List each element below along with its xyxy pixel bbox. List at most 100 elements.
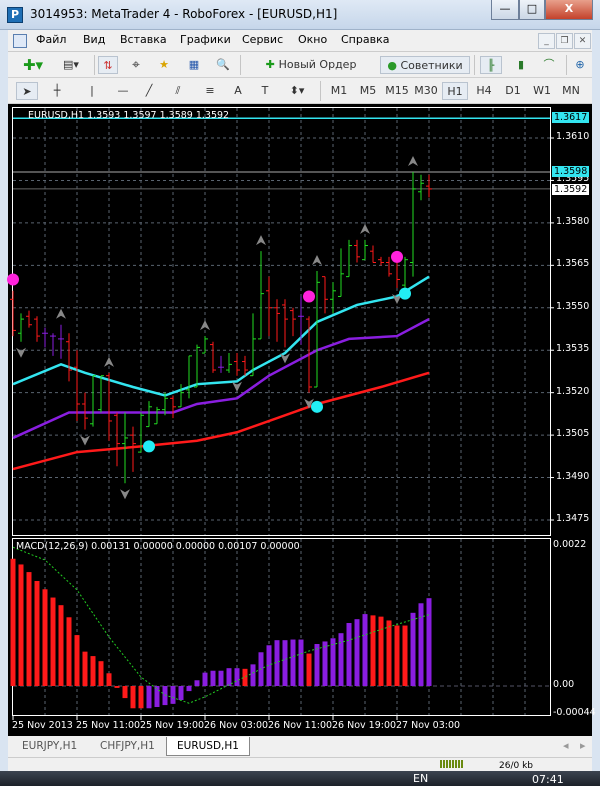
macd-histogram-bar: [170, 686, 176, 704]
sell-signal-dot: [7, 273, 19, 286]
macd-histogram-bar: [10, 558, 16, 686]
taskbar: EN 07:41: [0, 771, 600, 786]
macd-histogram-bar: [210, 670, 216, 686]
macd-histogram-bar: [130, 686, 136, 709]
fractal-down-arrow-icon: [232, 381, 242, 392]
price-tick-label: 1.3520: [556, 385, 590, 397]
ohlc-bar: [362, 239, 368, 261]
ohlc-bar: [42, 327, 48, 348]
tab-chfjpy[interactable]: CHFJPY,H1: [90, 737, 165, 756]
macd-histogram-bar: [354, 619, 360, 686]
chart-header: EURUSD,H1 1.3593 1.3597 1.3589 1.3592: [28, 110, 230, 121]
macd-histogram-bar: [282, 640, 288, 686]
macd-histogram-bar: [162, 686, 168, 706]
macd-histogram-bar: [114, 686, 120, 688]
time-axis-label: 25 Nov 11:00: [76, 720, 141, 731]
macd-histogram-bar: [178, 686, 184, 700]
macd-histogram-bar: [322, 641, 328, 686]
macd-histogram-bar: [74, 635, 80, 686]
ohlc-bar: [98, 375, 104, 413]
ohlc-bar: [90, 375, 96, 427]
clock: 07:41: [532, 773, 564, 786]
fractal-down-arrow-icon: [120, 489, 130, 500]
macd-tick-label: -0.00044: [553, 707, 596, 718]
ohlc-bar: [34, 316, 40, 342]
macd-histogram-bar: [410, 612, 416, 686]
macd-histogram-bar: [346, 623, 352, 686]
ohlc-bar: [186, 355, 192, 399]
macd-histogram-bar: [154, 686, 160, 707]
tab-scroll-right-icon[interactable]: ▸: [580, 739, 586, 752]
buy-signal-dot: [311, 400, 323, 413]
macd-histogram-bar: [250, 664, 256, 686]
connection-icon: [440, 760, 464, 768]
ohlc-bar: [218, 355, 224, 373]
tab-eurjpy[interactable]: EURJPY,H1: [12, 737, 87, 756]
ohlc-bar: [50, 333, 56, 356]
ohlc-bar: [26, 310, 32, 328]
ohlc-bar: [402, 256, 408, 288]
ohlc-bar: [330, 282, 336, 314]
tab-scroll-left-icon[interactable]: ◂: [563, 739, 569, 752]
macd-histogram-bar: [82, 651, 88, 686]
time-axis-label: 25 Nov 19:00: [140, 720, 205, 731]
price-tick-label: 1.3610: [556, 131, 590, 142]
ma-slow-line: [12, 371, 430, 471]
ohlc-bar: [370, 245, 376, 264]
ohlc-bar: [258, 251, 264, 340]
ohlc-bar: [226, 353, 232, 373]
price-label-bid: 1.3592: [552, 183, 590, 195]
price-label-level: 1.3617: [552, 112, 590, 124]
time-axis-label: 26 Nov 03:00: [204, 720, 269, 731]
macd-histogram-bar: [306, 653, 312, 686]
ohlc-bar: [178, 384, 184, 408]
macd-histogram-bar: [402, 625, 408, 686]
macd-histogram-bar: [122, 686, 128, 699]
price-tick-label: 1.3565: [556, 258, 590, 270]
macd-histogram-bar: [426, 598, 432, 686]
ohlc-bar: [106, 372, 112, 441]
ma-fast-line: [12, 275, 430, 397]
ohlc-bar: [66, 333, 72, 382]
tab-eurusd[interactable]: EURUSD,H1: [166, 737, 250, 756]
ohlc-bar: [154, 406, 160, 425]
macd-histogram-bar: [386, 620, 392, 686]
macd-histogram-bar: [146, 686, 152, 709]
fractal-up-arrow-icon: [408, 155, 418, 166]
buy-signal-dot: [399, 287, 411, 300]
macd-histogram-bar: [42, 589, 48, 686]
macd-histogram-bar: [18, 564, 24, 686]
traffic-status: 26/0 kb: [499, 761, 533, 771]
price-tick-label: 1.3580: [556, 215, 590, 227]
macd-histogram-bar: [298, 639, 304, 686]
time-axis-label: 27 Nov 03:00: [396, 720, 461, 731]
ohlc-bar: [170, 395, 176, 419]
fractal-up-arrow-icon: [360, 223, 370, 234]
macd-histogram-bar: [194, 680, 200, 686]
ohlc-bar: [354, 239, 360, 263]
ohlc-bar: [282, 299, 288, 348]
sell-signal-dot: [303, 290, 315, 303]
time-axis-label: 25 Nov 2013: [12, 720, 73, 731]
macd-histogram-bar: [98, 661, 104, 686]
ohlc-bar: [266, 276, 272, 337]
chart-tabs: EURJPY,H1 CHFJPY,H1 EURUSD,H1 ◂ ▸: [8, 736, 592, 757]
macd-histogram-bar: [338, 633, 344, 686]
fractal-down-arrow-icon: [280, 353, 290, 364]
price-tick-label: 1.3535: [556, 343, 590, 355]
fractal-down-arrow-icon: [80, 435, 90, 446]
ohlc-bar: [290, 307, 296, 337]
ohlc-bar: [386, 256, 392, 277]
macd-histogram-bar: [34, 581, 40, 686]
ohlc-bar: [418, 174, 424, 201]
time-axis-label: 26 Nov 11:00: [268, 720, 333, 731]
macd-histogram-bar: [234, 668, 240, 686]
fractal-up-arrow-icon: [200, 320, 210, 331]
macd-histogram-bar: [378, 616, 384, 686]
fractal-down-arrow-icon: [16, 347, 26, 358]
macd-histogram-bar: [418, 603, 424, 686]
fractal-up-arrow-icon: [256, 235, 266, 246]
language-indicator[interactable]: EN: [413, 772, 428, 785]
macd-tick-label: 0.0022: [553, 539, 587, 550]
price-tick-label: 1.3490: [556, 470, 590, 482]
